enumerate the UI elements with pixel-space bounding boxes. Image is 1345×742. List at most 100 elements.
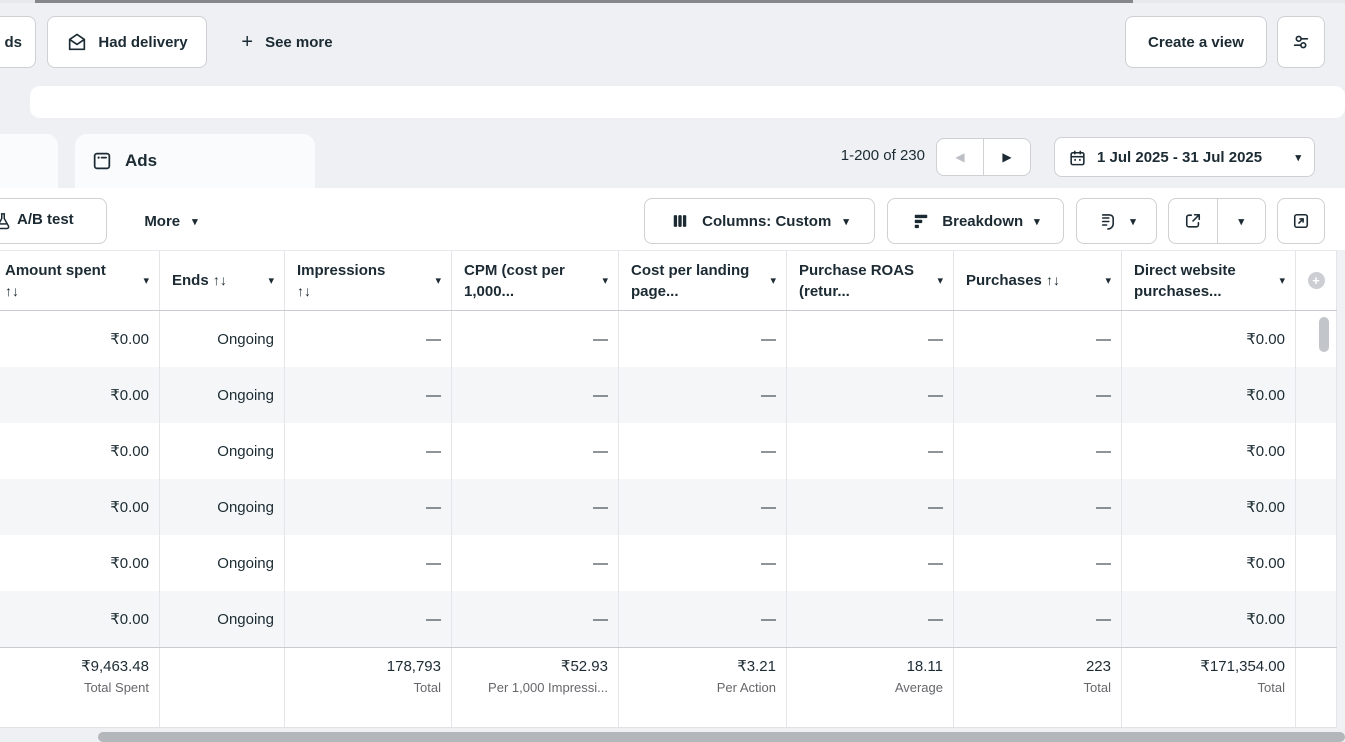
table-cell: — [619,311,787,367]
breakdown-button[interactable]: Breakdown ▾ [887,198,1064,244]
breakdown-label: Breakdown [942,213,1023,230]
plus-icon: + [241,31,253,54]
export-options-button[interactable]: ▾ [1218,199,1266,243]
column-menu-chevron-icon[interactable]: ▾ [143,274,149,287]
table-cell: — [787,423,954,479]
table-cell: — [452,535,619,591]
table-right-gutter [1337,250,1345,728]
tab-ads[interactable]: Ads [75,134,315,188]
column-header[interactable]: Impressions ↑↓ ▾ [285,251,452,310]
search-filter-bar[interactable] [30,86,1345,118]
table-cell: — [954,367,1122,423]
totals-cell: ₹52.93Per 1,000 Impressi... [452,648,619,727]
column-menu-chevron-icon[interactable]: ▾ [1105,274,1111,287]
date-range-button[interactable]: 1 Jul 2025 - 31 Jul 2025 ▾ [1054,137,1315,177]
table-header: Amount spent ↑↓▾Ends ↑↓▾Impressions ↑↓▾C… [0,250,1345,311]
column-header-label: Ends ↑↓ [172,270,227,291]
rules-button[interactable]: ▾ [1076,198,1157,244]
column-header[interactable]: CPM (cost per 1,000...▾ [452,251,619,310]
column-header-label: Impressions ↑↓ [297,260,397,302]
table-cell-empty [1296,535,1337,591]
totals-value: ₹3.21 [737,656,776,677]
ab-test-button[interactable]: A/B test [0,198,107,244]
totals-label: Per 1,000 Impressi... [488,679,608,697]
prev-page-button[interactable]: ◀ [937,139,984,175]
table-cell: — [619,479,787,535]
filter-chip-partial[interactable]: ds [0,16,36,68]
ads-tab-icon [91,150,113,172]
sort-arrows-icon: ↑↓ [5,283,19,299]
table-cell: — [452,367,619,423]
table-cell: — [954,591,1122,647]
totals-label: Total [414,679,441,697]
columns-button[interactable]: Columns: Custom ▾ [644,198,875,244]
horizontal-scrollbar[interactable] [98,732,1345,742]
totals-value: ₹9,463.48 [81,656,149,677]
table-row[interactable]: ₹0.00Ongoing—————₹0.00 [0,479,1345,535]
totals-cell-empty [1296,648,1337,727]
filter-chip-partial-label: ds [4,34,22,51]
table-cell: — [285,423,452,479]
export-button[interactable] [1169,199,1218,243]
table-cell: ₹0.00 [0,535,160,591]
column-header[interactable]: Purchase ROAS (retur...▾ [787,251,954,310]
table-cell: — [452,479,619,535]
see-more-button[interactable]: + See more [228,16,346,68]
chevron-down-icon: ▾ [1238,215,1244,228]
column-header[interactable]: Purchases ↑↓ ▾ [954,251,1122,310]
column-menu-chevron-icon[interactable]: ▾ [602,274,608,287]
column-menu-chevron-icon[interactable]: ▾ [435,274,441,287]
table-cell: — [954,535,1122,591]
export-icon [1183,211,1203,231]
totals-cell: ₹171,354.00Total [1122,648,1296,727]
column-header[interactable]: Cost per landing page...▾ [619,251,787,310]
sort-arrows-icon: ↑↓ [1046,272,1060,288]
table-cell: ₹0.00 [0,423,160,479]
export-split-button: ▾ [1168,198,1266,244]
add-column-cell: + [1296,251,1337,310]
column-header[interactable]: Amount spent ↑↓▾ [0,251,160,310]
table-cell: ₹0.00 [1122,591,1296,647]
table-cell: ₹0.00 [0,367,160,423]
had-delivery-filter-button[interactable]: Had delivery [47,16,207,68]
table-cell: Ongoing [160,423,285,479]
pagination-range: 1-200 of 230 [841,147,925,164]
table-cell: ₹0.00 [0,591,160,647]
column-menu-chevron-icon[interactable]: ▾ [770,274,776,287]
totals-label: Per Action [717,679,776,697]
open-charts-button[interactable] [1277,198,1325,244]
tab-partial-left[interactable] [0,134,58,188]
table-cell: Ongoing [160,535,285,591]
table-cell-empty [1296,479,1337,535]
column-header[interactable]: Ends ↑↓ ▾ [160,251,285,310]
more-button[interactable]: More ▾ [133,198,209,244]
totals-label: Total [1084,679,1111,697]
totals-cell: 178,793Total [285,648,452,727]
column-header-label: Purchases ↑↓ [966,270,1060,291]
table-row[interactable]: ₹0.00Ongoing—————₹0.00 [0,535,1345,591]
calendar-icon [1068,148,1087,167]
table-row[interactable]: ₹0.00Ongoing—————₹0.00 [0,423,1345,479]
totals-value: 223 [1086,656,1111,677]
column-header-label: Purchase ROAS (retur... [799,260,937,302]
table-row[interactable]: ₹0.00Ongoing—————₹0.00 [0,367,1345,423]
table-cell: — [954,311,1122,367]
column-menu-chevron-icon[interactable]: ▾ [1279,274,1285,287]
vertical-scrollbar[interactable] [1319,317,1329,352]
filters-button[interactable] [1277,16,1325,68]
table-cell: — [285,535,452,591]
table-cell: — [619,367,787,423]
create-a-view-button[interactable]: Create a view [1125,16,1267,68]
table-row[interactable]: ₹0.00Ongoing—————₹0.00 [0,591,1345,647]
next-page-button[interactable]: ▶ [984,139,1030,175]
table-row[interactable]: ₹0.00Ongoing—————₹0.00 [0,311,1345,367]
table-cell: Ongoing [160,479,285,535]
table-cell: — [285,591,452,647]
table-cell: — [285,311,452,367]
add-column-icon[interactable]: + [1308,272,1325,289]
table-cell: Ongoing [160,311,285,367]
column-header[interactable]: Direct website purchases...▾ [1122,251,1296,310]
column-menu-chevron-icon[interactable]: ▾ [937,274,943,287]
pager: ◀ ▶ [936,138,1031,176]
column-menu-chevron-icon[interactable]: ▾ [268,274,274,287]
